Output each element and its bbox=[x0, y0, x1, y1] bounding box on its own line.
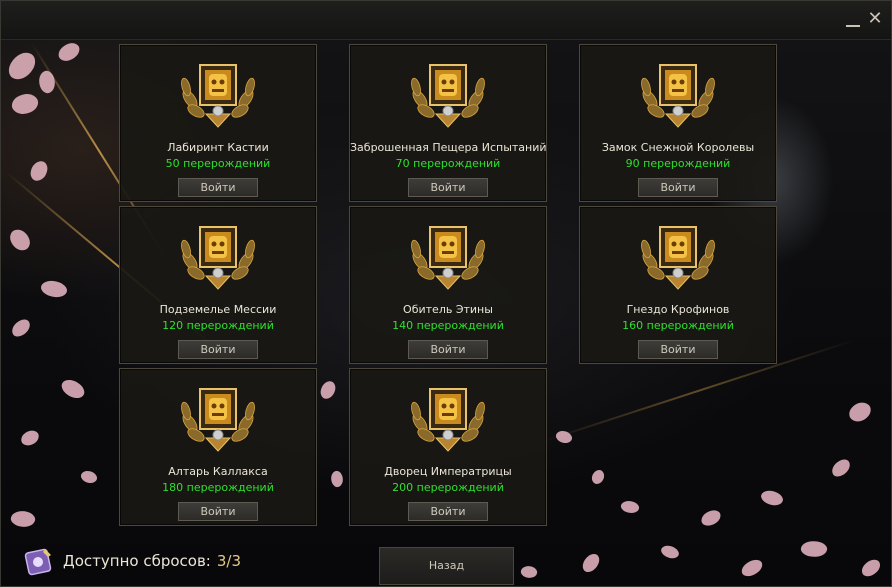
enter-button[interactable]: Войти bbox=[638, 178, 718, 197]
petal-decoration bbox=[4, 47, 40, 85]
enter-button[interactable]: Войти bbox=[408, 502, 488, 521]
petal-decoration bbox=[29, 159, 49, 183]
gold-laurel-emblem-icon bbox=[178, 59, 258, 129]
enter-button[interactable]: Войти bbox=[408, 340, 488, 359]
dungeon-card: Подземелье Мессии 120 перерождений Войти bbox=[119, 206, 317, 364]
petal-decoration bbox=[79, 467, 99, 487]
petal-decoration bbox=[9, 508, 37, 530]
petal-decoration bbox=[759, 487, 785, 509]
dungeon-name: Гнездо Крофинов bbox=[626, 303, 730, 316]
dungeon-card: Гнездо Крофинов 160 перерождений Войти bbox=[579, 206, 777, 364]
petal-decoration bbox=[519, 563, 539, 581]
enter-button[interactable]: Войти bbox=[408, 178, 488, 197]
close-button[interactable]: ✕ bbox=[865, 9, 885, 29]
close-icon: ✕ bbox=[867, 8, 883, 29]
petal-decoration bbox=[578, 551, 604, 575]
enter-button[interactable]: Войти bbox=[638, 340, 718, 359]
gold-laurel-emblem-icon bbox=[638, 221, 718, 291]
rebirth-requirement: 50 перерождений bbox=[165, 157, 271, 170]
reset-scroll-icon bbox=[24, 548, 52, 576]
dungeon-card: Замок Снежной Королевы 90 перерождений В… bbox=[579, 44, 777, 202]
rebirth-requirement: 70 перерождений bbox=[395, 157, 501, 170]
resets-counter: Доступно сбросов: 3/3 bbox=[23, 545, 241, 577]
petal-decoration bbox=[8, 88, 42, 120]
minimize-icon bbox=[846, 25, 860, 27]
minimize-button[interactable] bbox=[843, 9, 863, 29]
enter-button[interactable]: Войти bbox=[178, 178, 258, 197]
title-bar: ✕ bbox=[1, 1, 891, 40]
rebirth-requirement: 200 перерождений bbox=[392, 481, 504, 494]
dungeon-name: Замок Снежной Королевы bbox=[601, 141, 755, 154]
petal-decoration bbox=[35, 68, 59, 96]
petal-decoration bbox=[8, 316, 34, 340]
petal-decoration bbox=[58, 375, 88, 403]
rebirth-requirement: 160 перерождений bbox=[622, 319, 734, 332]
petal-decoration bbox=[619, 498, 641, 516]
petal-decoration bbox=[7, 226, 33, 254]
dungeon-card: Дворец Императрицы 200 перерождений Войт… bbox=[349, 368, 547, 526]
petal-decoration bbox=[19, 429, 41, 447]
dungeon-name: Обитель Этины bbox=[403, 303, 493, 316]
dungeon-card: Обитель Этины 140 перерождений Войти bbox=[349, 206, 547, 364]
gold-laurel-emblem-icon bbox=[408, 59, 488, 129]
petal-decoration bbox=[739, 557, 765, 579]
petal-decoration bbox=[799, 538, 829, 560]
gold-laurel-emblem-icon bbox=[638, 59, 718, 129]
resets-count: 3/3 bbox=[216, 552, 241, 570]
enter-button[interactable]: Войти bbox=[178, 502, 258, 521]
rebirth-requirement: 140 перерождений bbox=[392, 319, 504, 332]
dungeon-name: Подземелье Мессии bbox=[159, 303, 277, 316]
petal-decoration bbox=[828, 456, 854, 480]
gold-laurel-emblem-icon bbox=[408, 383, 488, 453]
petal-decoration bbox=[699, 508, 723, 528]
rebirth-requirement: 180 перерождений bbox=[162, 481, 274, 494]
dungeon-name: Дворец Императрицы bbox=[384, 465, 512, 478]
dungeon-name: Лабиринт Кастии bbox=[167, 141, 269, 154]
gold-laurel-emblem-icon bbox=[178, 383, 258, 453]
dungeon-card: Лабиринт Кастии 50 перерождений Войти bbox=[119, 44, 317, 202]
rebirth-requirement: 90 перерождений bbox=[625, 157, 731, 170]
rebirth-requirement: 120 перерождений bbox=[162, 319, 274, 332]
dungeon-select-window: ✕ Лабиринт Кастии 50 перерождений Войти bbox=[0, 0, 892, 587]
dungeon-card: Алтарь Каллакса 180 перерождений Войти bbox=[119, 368, 317, 526]
petal-decoration bbox=[319, 379, 337, 401]
petal-decoration bbox=[588, 467, 608, 487]
resets-label: Доступно сбросов: bbox=[63, 552, 211, 570]
petal-decoration bbox=[55, 38, 83, 66]
petal-decoration bbox=[39, 277, 69, 301]
enter-button[interactable]: Войти bbox=[178, 340, 258, 359]
petal-decoration bbox=[328, 469, 346, 489]
gold-laurel-emblem-icon bbox=[408, 221, 488, 291]
back-button[interactable]: Назад bbox=[379, 547, 514, 585]
petal-decoration bbox=[846, 397, 874, 427]
gold-laurel-emblem-icon bbox=[178, 221, 258, 291]
dungeon-name: Заброшенная Пещера Испытаний bbox=[350, 141, 547, 154]
dungeon-card: Заброшенная Пещера Испытаний 70 перерожд… bbox=[349, 44, 547, 202]
petal-decoration bbox=[659, 542, 681, 562]
petal-decoration bbox=[858, 557, 884, 579]
dungeon-name: Алтарь Каллакса bbox=[168, 465, 268, 478]
